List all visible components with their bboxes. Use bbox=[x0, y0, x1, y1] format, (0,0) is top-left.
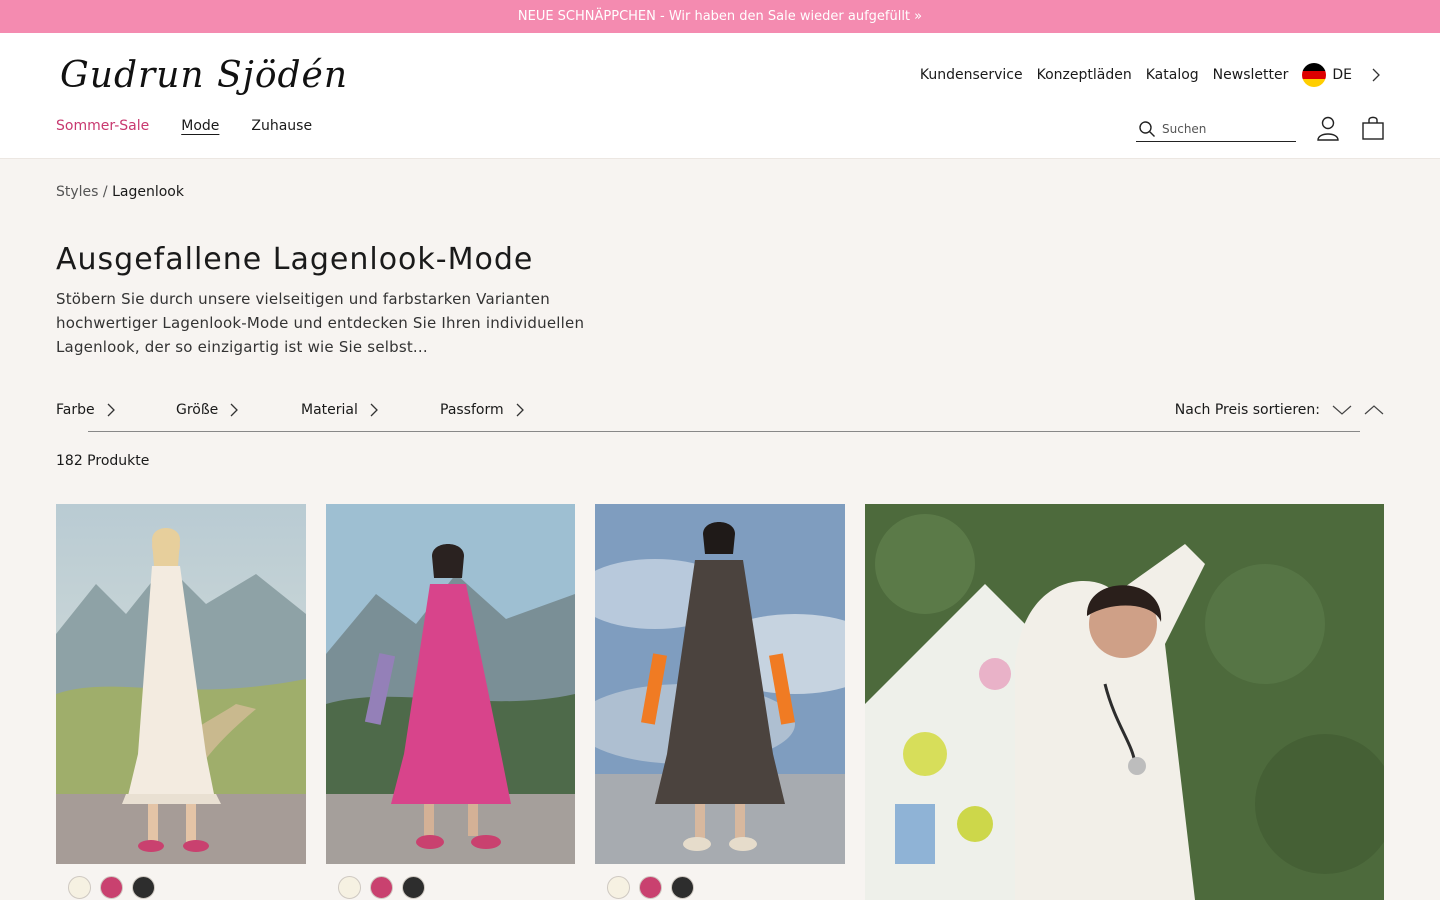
site-header: Gudrun Sjödén Kundenservice Konzeptläden… bbox=[0, 33, 1440, 159]
filter-passform[interactable]: Passform bbox=[440, 402, 526, 418]
color-swatch[interactable] bbox=[402, 876, 425, 899]
language-code: DE bbox=[1332, 67, 1352, 83]
color-swatches bbox=[68, 876, 155, 899]
breadcrumb-separator: / bbox=[98, 184, 113, 200]
filter-label: Passform bbox=[440, 402, 504, 418]
sort-label: Nach Preis sortieren: bbox=[1174, 402, 1320, 418]
utility-link-konzeptlaeden[interactable]: Konzeptläden bbox=[1037, 67, 1132, 83]
breadcrumb-link-styles[interactable]: Styles bbox=[56, 184, 98, 200]
filter-material[interactable]: Material bbox=[301, 402, 380, 418]
chevron-right-icon bbox=[1372, 68, 1380, 82]
product-card[interactable] bbox=[326, 504, 575, 900]
chevron-right-icon bbox=[107, 403, 115, 417]
filter-label: Größe bbox=[176, 402, 219, 418]
product-card[interactable] bbox=[56, 504, 306, 900]
search-input[interactable] bbox=[1162, 122, 1292, 136]
filter-bar: Farbe Größe Material Passform Nach Preis… bbox=[56, 400, 1384, 432]
search-bar bbox=[1136, 117, 1296, 142]
account-icon[interactable] bbox=[1315, 115, 1341, 141]
chevron-right-icon bbox=[516, 403, 524, 417]
utility-nav: Kundenservice Konzeptläden Katalog Newsl… bbox=[920, 63, 1384, 87]
color-swatch[interactable] bbox=[607, 876, 630, 899]
color-swatches bbox=[607, 876, 694, 899]
breadcrumb: Styles / Lagenlook bbox=[56, 184, 184, 200]
product-image[interactable] bbox=[326, 504, 575, 864]
product-image[interactable] bbox=[595, 504, 845, 864]
color-swatch[interactable] bbox=[132, 876, 155, 899]
brand-logo[interactable]: Gudrun Sjödén bbox=[60, 55, 348, 96]
utility-link-kundenservice[interactable]: Kundenservice bbox=[920, 67, 1023, 83]
product-count: 182 Produkte bbox=[56, 453, 150, 469]
promo-banner[interactable]: NEUE SCHNÄPPCHEN - Wir haben den Sale wi… bbox=[0, 0, 1440, 33]
product-card-featured[interactable] bbox=[865, 504, 1384, 900]
germany-flag-icon bbox=[1302, 63, 1327, 87]
color-swatch[interactable] bbox=[639, 876, 662, 899]
color-swatch[interactable] bbox=[370, 876, 393, 899]
filter-groesse[interactable]: Größe bbox=[176, 402, 240, 418]
shopping-bag-icon[interactable] bbox=[1360, 115, 1386, 141]
chevron-right-icon bbox=[230, 403, 239, 417]
chevron-up-icon[interactable] bbox=[1364, 404, 1384, 416]
search-icon[interactable] bbox=[1138, 120, 1156, 138]
chevron-down-icon[interactable] bbox=[1332, 404, 1352, 416]
color-swatch[interactable] bbox=[671, 876, 694, 899]
filter-divider bbox=[88, 431, 1360, 432]
sort-control: Nach Preis sortieren: bbox=[1175, 402, 1384, 418]
color-swatch[interactable] bbox=[100, 876, 123, 899]
chevron-right-icon bbox=[370, 403, 378, 417]
promo-text[interactable]: NEUE SCHNÄPPCHEN - Wir haben den Sale wi… bbox=[518, 9, 922, 24]
main-nav: Sommer-Sale Mode Zuhause bbox=[56, 118, 312, 134]
color-swatches bbox=[338, 876, 425, 899]
nav-item-zuhause[interactable]: Zuhause bbox=[251, 118, 312, 134]
nav-item-sommer-sale[interactable]: Sommer-Sale bbox=[56, 118, 149, 134]
color-swatch[interactable] bbox=[68, 876, 91, 899]
filter-label: Material bbox=[301, 402, 358, 418]
language-selector[interactable]: DE bbox=[1302, 63, 1384, 87]
color-swatch[interactable] bbox=[338, 876, 361, 899]
utility-link-katalog[interactable]: Katalog bbox=[1146, 67, 1199, 83]
breadcrumb-current: Lagenlook bbox=[112, 184, 184, 200]
filter-label: Farbe bbox=[56, 402, 95, 418]
page-title: Ausgefallene Lagenlook-Mode bbox=[56, 242, 534, 277]
filter-farbe[interactable]: Farbe bbox=[56, 402, 117, 418]
product-image[interactable] bbox=[56, 504, 306, 864]
page-intro: Stöbern Sie durch unsere vielseitigen un… bbox=[56, 290, 585, 356]
product-image[interactable] bbox=[865, 504, 1384, 900]
nav-item-mode[interactable]: Mode bbox=[181, 118, 219, 134]
product-card[interactable] bbox=[595, 504, 845, 900]
utility-link-newsletter[interactable]: Newsletter bbox=[1213, 67, 1289, 83]
